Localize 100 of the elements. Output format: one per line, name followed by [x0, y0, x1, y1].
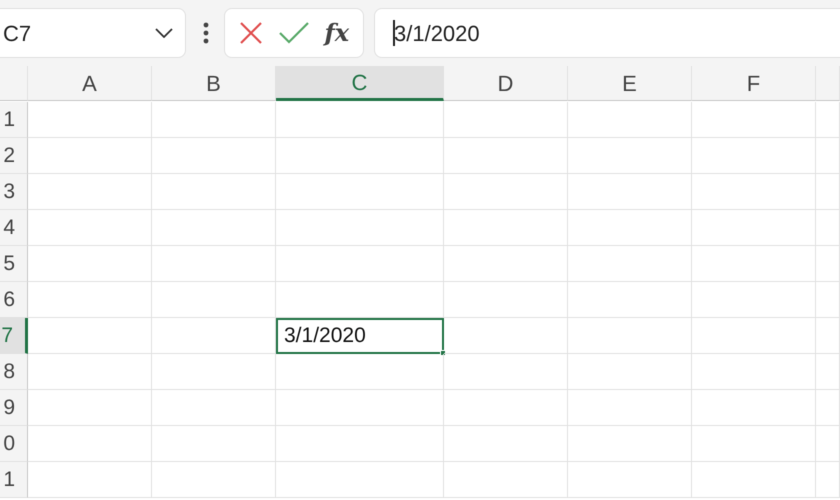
grid-cell[interactable]: [28, 462, 152, 498]
grid-cell[interactable]: [152, 138, 276, 174]
grid-cell[interactable]: [444, 354, 568, 390]
formula-input[interactable]: 3/1/2020: [374, 8, 840, 58]
grid-cell[interactable]: [568, 426, 692, 462]
row-header[interactable]: 3: [0, 174, 28, 210]
grid-cell[interactable]: [28, 318, 152, 354]
column-header[interactable]: E: [568, 66, 692, 101]
grid-cell[interactable]: [568, 282, 692, 318]
cancel-icon[interactable]: [238, 21, 263, 45]
grid-cell[interactable]: [444, 102, 568, 138]
grid-cell[interactable]: [276, 210, 444, 246]
grid-cell[interactable]: [28, 102, 152, 138]
grid-cell[interactable]: [276, 102, 444, 138]
grid-cell[interactable]: [568, 210, 692, 246]
grid-cell[interactable]: [816, 462, 840, 498]
grid-cell[interactable]: [816, 390, 840, 426]
row-header[interactable]: 5: [0, 246, 28, 282]
grid-cell[interactable]: [152, 174, 276, 210]
grid-cell[interactable]: [444, 138, 568, 174]
insert-function-button[interactable]: fx: [324, 15, 350, 51]
column-header[interactable]: F: [692, 66, 816, 101]
grid-cell[interactable]: [28, 426, 152, 462]
check-icon[interactable]: [278, 22, 309, 44]
grid-cell[interactable]: [444, 282, 568, 318]
grid-cell[interactable]: [816, 210, 840, 246]
column-header[interactable]: C: [276, 66, 444, 101]
grid-cell[interactable]: [152, 246, 276, 282]
grid-cell[interactable]: [444, 210, 568, 246]
grid-cell[interactable]: [276, 174, 444, 210]
grid-cell[interactable]: [276, 246, 444, 282]
row-header[interactable]: 1: [0, 462, 28, 498]
grid-cell[interactable]: [276, 138, 444, 174]
column-header[interactable]: [816, 66, 840, 101]
grid-cell[interactable]: [816, 138, 840, 174]
grid-cell[interactable]: [568, 174, 692, 210]
grid-cell[interactable]: [692, 102, 816, 138]
grid-cell[interactable]: [152, 210, 276, 246]
grid-cell[interactable]: [276, 462, 444, 498]
grid-cell[interactable]: [568, 102, 692, 138]
grid-cell[interactable]: [816, 102, 840, 138]
column-header[interactable]: A: [28, 66, 152, 101]
select-all-corner[interactable]: [0, 66, 28, 101]
grid-cell[interactable]: [816, 282, 840, 318]
grid-cell[interactable]: [28, 282, 152, 318]
grid-cell[interactable]: [444, 462, 568, 498]
grid-cell[interactable]: [568, 138, 692, 174]
grid-cell[interactable]: [568, 354, 692, 390]
grid-cell[interactable]: [692, 354, 816, 390]
row-header[interactable]: 7: [0, 318, 28, 354]
grid-cell[interactable]: [444, 318, 568, 354]
grid-cell[interactable]: [276, 282, 444, 318]
grid-cell[interactable]: [28, 246, 152, 282]
grid-cell[interactable]: [152, 318, 276, 354]
grid-cell[interactable]: [568, 390, 692, 426]
grid-cell[interactable]: [152, 390, 276, 426]
row-header[interactable]: 0: [0, 426, 28, 462]
grid-cell[interactable]: [152, 426, 276, 462]
grid-cell[interactable]: [568, 246, 692, 282]
grid-cell[interactable]: [152, 102, 276, 138]
active-cell[interactable]: 3/1/2020: [276, 318, 444, 354]
grid-cell[interactable]: [568, 462, 692, 498]
grid-cell[interactable]: [568, 318, 692, 354]
grid-cell[interactable]: [444, 426, 568, 462]
grid-cell[interactable]: [816, 318, 840, 354]
grid-cell[interactable]: [152, 462, 276, 498]
grid-cell[interactable]: [28, 138, 152, 174]
grid-cell[interactable]: [692, 390, 816, 426]
row-header[interactable]: 2: [0, 138, 28, 174]
column-header[interactable]: B: [152, 66, 276, 101]
grid-cell[interactable]: [692, 210, 816, 246]
grid-cell[interactable]: [816, 426, 840, 462]
grid-cell[interactable]: [276, 390, 444, 426]
grid-cell[interactable]: [276, 426, 444, 462]
grid-cell[interactable]: [28, 390, 152, 426]
grid-cell[interactable]: [276, 354, 444, 390]
row-header[interactable]: 4: [0, 210, 28, 246]
grid-cell[interactable]: [816, 354, 840, 390]
more-options-icon[interactable]: [202, 22, 210, 44]
row-header[interactable]: 6: [0, 282, 28, 318]
grid-cell[interactable]: [692, 282, 816, 318]
row-header[interactable]: 1: [0, 102, 28, 138]
name-box[interactable]: C7: [0, 8, 186, 58]
column-header[interactable]: D: [444, 66, 568, 101]
grid-cell[interactable]: [692, 138, 816, 174]
grid-cell[interactable]: [444, 390, 568, 426]
grid-cell[interactable]: [692, 462, 816, 498]
grid-cell[interactable]: [816, 246, 840, 282]
grid-cell[interactable]: [152, 354, 276, 390]
grid-cell[interactable]: [444, 174, 568, 210]
grid-cell[interactable]: [692, 426, 816, 462]
grid-cell[interactable]: [816, 174, 840, 210]
grid-cell[interactable]: [444, 246, 568, 282]
grid-cell[interactable]: [692, 174, 816, 210]
row-header[interactable]: 9: [0, 390, 28, 426]
row-header[interactable]: 8: [0, 354, 28, 390]
grid-cell[interactable]: [28, 354, 152, 390]
grid-cell[interactable]: [28, 210, 152, 246]
grid-cell[interactable]: [28, 174, 152, 210]
grid-cell[interactable]: [692, 246, 816, 282]
